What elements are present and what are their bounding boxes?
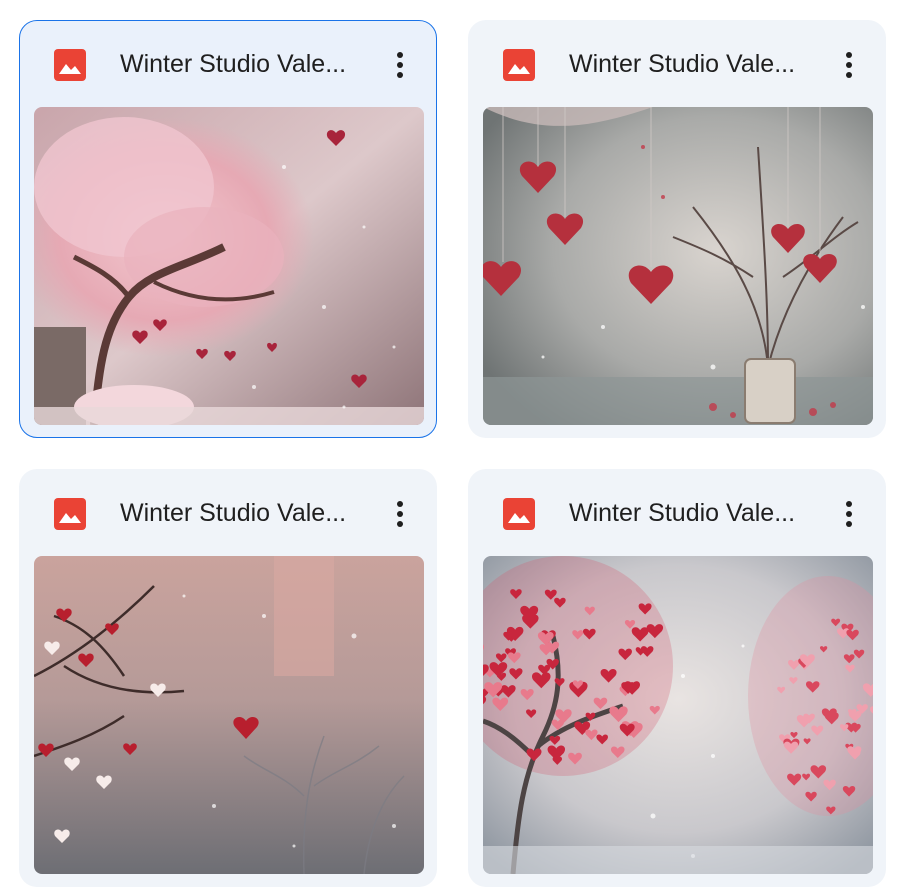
image-file-icon bbox=[503, 49, 535, 81]
file-thumbnail[interactable] bbox=[483, 107, 873, 425]
file-card[interactable]: Winter Studio Vale... bbox=[19, 469, 437, 887]
file-card[interactable]: Winter Studio Vale... bbox=[468, 469, 886, 887]
more-options-button[interactable] bbox=[380, 494, 420, 534]
more-options-button[interactable] bbox=[380, 45, 420, 85]
more-options-button[interactable] bbox=[829, 45, 869, 85]
file-thumbnail[interactable] bbox=[34, 107, 424, 425]
more-vert-icon bbox=[397, 52, 403, 78]
file-title: Winter Studio Vale... bbox=[120, 50, 347, 78]
file-card-header: Winter Studio Vale... bbox=[469, 470, 885, 556]
file-title: Winter Studio Vale... bbox=[120, 499, 347, 527]
file-grid: Winter Studio Vale... Winter Studio Vale… bbox=[0, 0, 908, 894]
file-title: Winter Studio Vale... bbox=[569, 50, 796, 78]
file-card-header: Winter Studio Vale... bbox=[469, 21, 885, 107]
more-options-button[interactable] bbox=[829, 494, 869, 534]
image-file-icon bbox=[54, 498, 86, 530]
file-card-header: Winter Studio Vale... bbox=[20, 470, 436, 556]
file-card-header: Winter Studio Vale... bbox=[20, 21, 436, 107]
file-thumbnail[interactable] bbox=[483, 556, 873, 874]
file-thumbnail[interactable] bbox=[34, 556, 424, 874]
image-file-icon bbox=[503, 498, 535, 530]
image-file-icon bbox=[54, 49, 86, 81]
file-card[interactable]: Winter Studio Vale... bbox=[19, 20, 437, 438]
file-card[interactable]: Winter Studio Vale... bbox=[468, 20, 886, 438]
more-vert-icon bbox=[397, 501, 403, 527]
file-title: Winter Studio Vale... bbox=[569, 499, 796, 527]
more-vert-icon bbox=[846, 52, 852, 78]
more-vert-icon bbox=[846, 501, 852, 527]
